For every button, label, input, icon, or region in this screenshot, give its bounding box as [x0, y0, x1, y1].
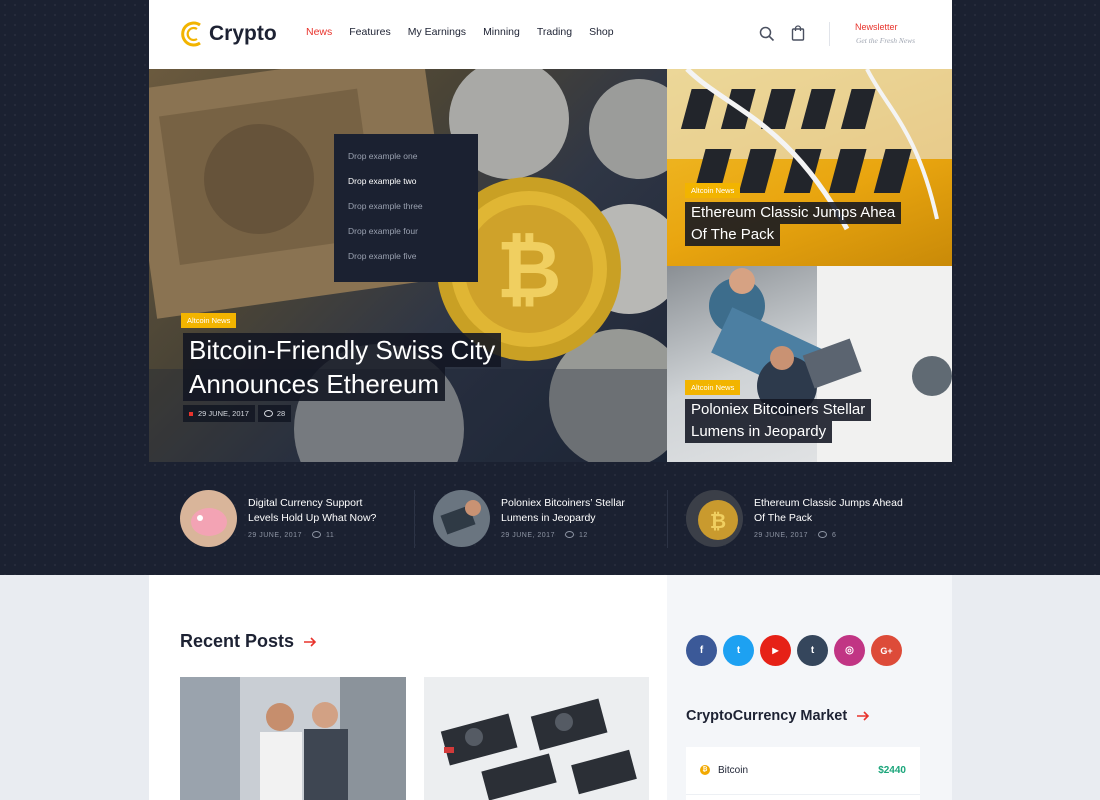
bitcoin-thumbnail: ₿ [686, 490, 743, 547]
featured-title-line: Ethereum Classic Jumps Ahead [754, 497, 903, 509]
comment-icon [263, 409, 273, 417]
comment-icon [311, 531, 321, 538]
section-title-text: Recent Posts [180, 631, 295, 651]
coin-name: Bitcoin [718, 765, 749, 776]
arrow-right-icon [304, 636, 317, 647]
search-icon[interactable] [759, 26, 775, 42]
featured-title: Ethereum Classic Jumps Ahead Of The Pack [754, 496, 904, 526]
site-header: Crypto News Features My Earnings Minning… [149, 0, 952, 69]
comments-chip[interactable]: 28 [257, 405, 292, 422]
headline-line: Lumens in Jeopardy [685, 421, 833, 443]
headline-line: Announces Ethereum [183, 367, 446, 401]
svg-text:₿: ₿ [496, 225, 561, 314]
category-badge[interactable]: Altcoin News [181, 313, 237, 328]
featured-meta: 29 JUNE, 2017 12 [501, 531, 588, 539]
comment-icon [564, 531, 574, 538]
comment-count: 28 [276, 409, 286, 418]
nav-item-news[interactable]: News [306, 26, 332, 38]
meeting-thumbnail [433, 490, 490, 547]
market-row[interactable]: ₿ Bitcoin $2440 [686, 747, 920, 795]
nav-item-features[interactable]: Features [349, 26, 390, 38]
featured-title-line: Poloniex Bitcoiners’ Stellar [501, 497, 625, 509]
hero-side-bottom-article[interactable]: Altcoin News Poloniex Bitcoiners Stellar… [667, 266, 952, 462]
dropdown-item[interactable]: Drop example three [334, 201, 478, 226]
featured-item[interactable]: Digital Currency Support Levels Hold Up … [180, 490, 400, 548]
nav-item-trading[interactable]: Trading [537, 26, 572, 38]
headline-line: Poloniex Bitcoiners Stellar [685, 399, 872, 421]
svg-text:₿: ₿ [710, 511, 726, 533]
dropdown-item[interactable]: Drop example four [334, 226, 478, 251]
comment-count: 11 [325, 531, 335, 539]
comment-count: 12 [578, 531, 588, 539]
recent-posts-heading[interactable]: Recent Posts [180, 631, 317, 652]
nav-item-minning[interactable]: Minning [483, 26, 520, 38]
bitcoin-icon: ₿ [700, 765, 710, 775]
newsletter-subtitle: Get the Fresh News [856, 36, 916, 45]
market-table: ₿ Bitcoin $2440 [686, 747, 920, 800]
featured-title: Digital Currency Support Levels Hold Up … [248, 496, 398, 526]
featured-title-line: Lumens in Jeopardy [501, 512, 596, 524]
article-date: 29 JUNE, 2017 [501, 531, 555, 539]
featured-meta: 29 JUNE, 2017 6 [754, 531, 836, 539]
hero-main-title[interactable]: Bitcoin-Friendly Swiss City Announces Et… [183, 333, 502, 401]
post-thumbnail-business[interactable] [180, 677, 406, 800]
featured-meta: 29 JUNE, 2017 11 [248, 531, 334, 539]
hero-main-article[interactable]: ₿ Drop example one Drop example two Drop… [149, 69, 667, 462]
strip-divider [414, 490, 415, 548]
featured-title: Poloniex Bitcoiners’ Stellar Lumens in J… [501, 496, 651, 526]
featured-title-line: Levels Hold Up What Now? [248, 512, 377, 524]
crypto-market-heading[interactable]: CryptoCurrency Market [686, 708, 870, 724]
main-nav: News Features My Earnings Minning Tradin… [306, 26, 631, 38]
arrow-right-icon [857, 711, 870, 721]
headline-line: Bitcoin-Friendly Swiss City [183, 333, 502, 367]
recent-posts-section: Recent Posts [149, 575, 667, 800]
hero-side-top-title[interactable]: Ethereum Classic Jumps Ahea Of The Pack [685, 202, 902, 246]
social-links: f t ▶ t ◎ G+ [686, 635, 908, 666]
strip-divider [667, 490, 668, 548]
featured-strip: Digital Currency Support Levels Hold Up … [149, 462, 952, 575]
nav-item-my-earnings[interactable]: My Earnings [408, 26, 466, 38]
instagram-icon[interactable]: ◎ [834, 635, 865, 666]
post-thumbnail-gpus[interactable] [424, 677, 649, 800]
shopping-bag-icon[interactable] [791, 25, 805, 41]
youtube-icon[interactable]: ▶ [760, 635, 791, 666]
newsletter-link[interactable]: Newsletter [855, 22, 898, 32]
article-date: 29 JUNE, 2017 [754, 531, 808, 539]
category-badge[interactable]: Altcoin News [685, 380, 741, 395]
hero-side-bottom-title[interactable]: Poloniex Bitcoiners Stellar Lumens in Je… [685, 399, 872, 443]
dropdown-item[interactable]: Drop example two [334, 176, 478, 201]
logo-icon [181, 21, 201, 47]
featured-item[interactable]: Poloniex Bitcoiners’ Stellar Lumens in J… [433, 490, 653, 548]
tumblr-icon[interactable]: t [797, 635, 828, 666]
calendar-icon [189, 411, 193, 416]
facebook-icon[interactable]: f [686, 635, 717, 666]
page-container: Crypto News Features My Earnings Minning… [149, 0, 952, 800]
category-badge[interactable]: Altcoin News [685, 183, 741, 198]
article-date: 29 JUNE, 2017 [198, 409, 249, 418]
coin-price: $2440 [878, 765, 906, 776]
featured-title-line: Digital Currency Support [248, 497, 363, 509]
dropdown-item[interactable]: Drop example five [334, 251, 478, 276]
logo-text: Crypto [209, 22, 277, 45]
headline-line: Ethereum Classic Jumps Ahea [685, 202, 902, 224]
comment-icon [817, 531, 827, 538]
hero-side-top-article[interactable]: Altcoin News Ethereum Classic Jumps Ahea… [667, 69, 952, 266]
sidebar: f t ▶ t ◎ G+ CryptoCurrency Market ₿ Bit… [667, 575, 952, 800]
nav-item-shop[interactable]: Shop [589, 26, 614, 38]
featured-item[interactable]: ₿ Ethereum Classic Jumps Ahead Of The Pa… [686, 490, 926, 548]
date-chip: 29 JUNE, 2017 [183, 405, 255, 422]
news-dropdown-menu: Drop example one Drop example two Drop e… [334, 134, 478, 282]
logo[interactable]: Crypto [179, 18, 277, 50]
featured-title-line: Of The Pack [754, 512, 813, 524]
section-title-text: CryptoCurrency Market [686, 708, 848, 724]
dropdown-item[interactable]: Drop example one [334, 151, 478, 176]
header-divider [829, 22, 830, 46]
article-date: 29 JUNE, 2017 [248, 531, 302, 539]
google-plus-icon[interactable]: G+ [871, 635, 902, 666]
piggy-bank-thumbnail [180, 490, 237, 547]
headline-line: Of The Pack [685, 224, 781, 246]
hero-meta: 29 JUNE, 2017 28 [183, 405, 294, 422]
twitter-icon[interactable]: t [723, 635, 754, 666]
comment-count: 6 [831, 531, 837, 539]
